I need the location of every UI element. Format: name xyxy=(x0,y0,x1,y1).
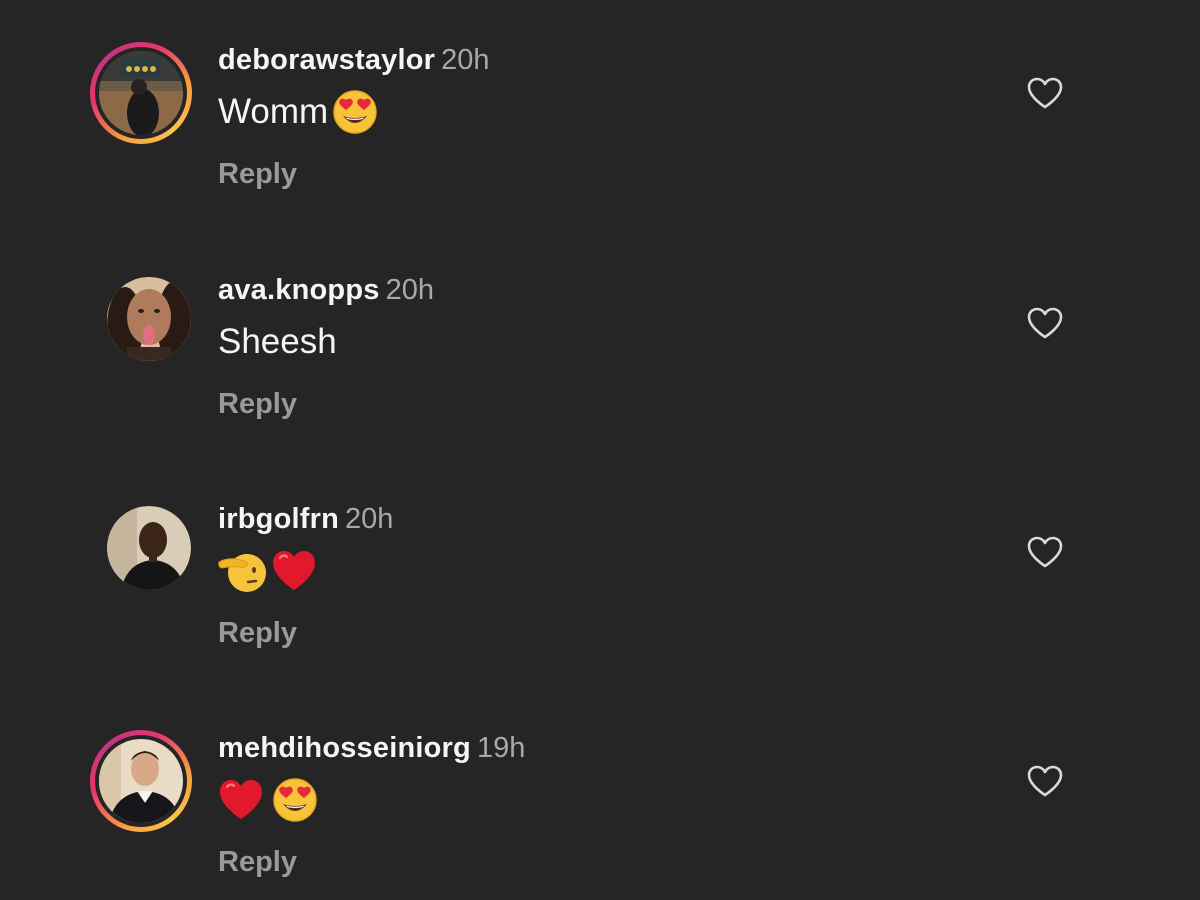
comment-text: Sheesh xyxy=(218,320,337,364)
heart-eyes-emoji xyxy=(272,777,318,823)
heart-outline-icon[interactable] xyxy=(1026,535,1064,569)
reply-button[interactable]: Reply xyxy=(218,613,297,653)
timestamp: 20h xyxy=(385,274,434,306)
comment-item: ava.knopps 20h Sheesh Reply xyxy=(0,270,1200,470)
avatar xyxy=(95,47,187,139)
heart-outline-icon[interactable] xyxy=(1026,76,1064,110)
red-heart-emoji xyxy=(271,549,317,593)
heart-outline-icon[interactable] xyxy=(1026,764,1064,798)
comment-header: ava.knopps 20h xyxy=(218,270,434,310)
username[interactable]: mehdihosseiniorg xyxy=(218,732,471,764)
timestamp: 20h xyxy=(345,503,394,535)
heart-eyes-emoji xyxy=(332,89,378,135)
avatar-story-ring[interactable] xyxy=(90,42,192,144)
timestamp: 19h xyxy=(476,732,526,764)
red-heart-emoji xyxy=(218,778,264,822)
username[interactable]: irbgolfrn xyxy=(218,503,339,535)
comment-item: deborawstaylor 20h Womm Reply xyxy=(0,40,1200,240)
avatar-wrapper[interactable] xyxy=(90,501,192,603)
comment-header: mehdihosseiniorg 19h xyxy=(218,728,525,768)
avatar xyxy=(107,277,191,361)
heart-outline-icon[interactable] xyxy=(1026,306,1064,340)
reply-button[interactable]: Reply xyxy=(218,384,297,424)
comment-text xyxy=(218,549,317,593)
username[interactable]: deborawstaylor xyxy=(218,44,435,76)
comment-item: mehdihosseiniorg 19h Reply xyxy=(0,728,1200,900)
avatar-story-ring[interactable] xyxy=(90,730,192,832)
comment-text-body: Sheesh xyxy=(218,322,337,361)
avatar-image xyxy=(107,277,191,361)
reply-button[interactable]: Reply xyxy=(218,154,297,194)
comment-text xyxy=(218,778,318,822)
avatar-image xyxy=(99,739,183,823)
avatar xyxy=(107,506,191,590)
username[interactable]: ava.knopps xyxy=(218,274,380,306)
comment-list: deborawstaylor 20h Womm Reply ava.knopps… xyxy=(0,0,1200,900)
comment-header: irbgolfrn 20h xyxy=(218,499,393,539)
reply-button[interactable]: Reply xyxy=(218,842,297,882)
saluting-face-emoji xyxy=(218,548,268,594)
comment-item: irbgolfrn 20h Reply xyxy=(0,499,1200,699)
comment-text-body: Womm xyxy=(218,92,329,131)
comment-header: deborawstaylor 20h xyxy=(218,40,490,80)
avatar-wrapper[interactable] xyxy=(90,272,192,374)
avatar-image xyxy=(99,51,183,135)
avatar xyxy=(95,735,187,827)
timestamp: 20h xyxy=(441,44,490,76)
comment-text: Womm xyxy=(218,90,378,134)
avatar-image xyxy=(107,506,191,590)
